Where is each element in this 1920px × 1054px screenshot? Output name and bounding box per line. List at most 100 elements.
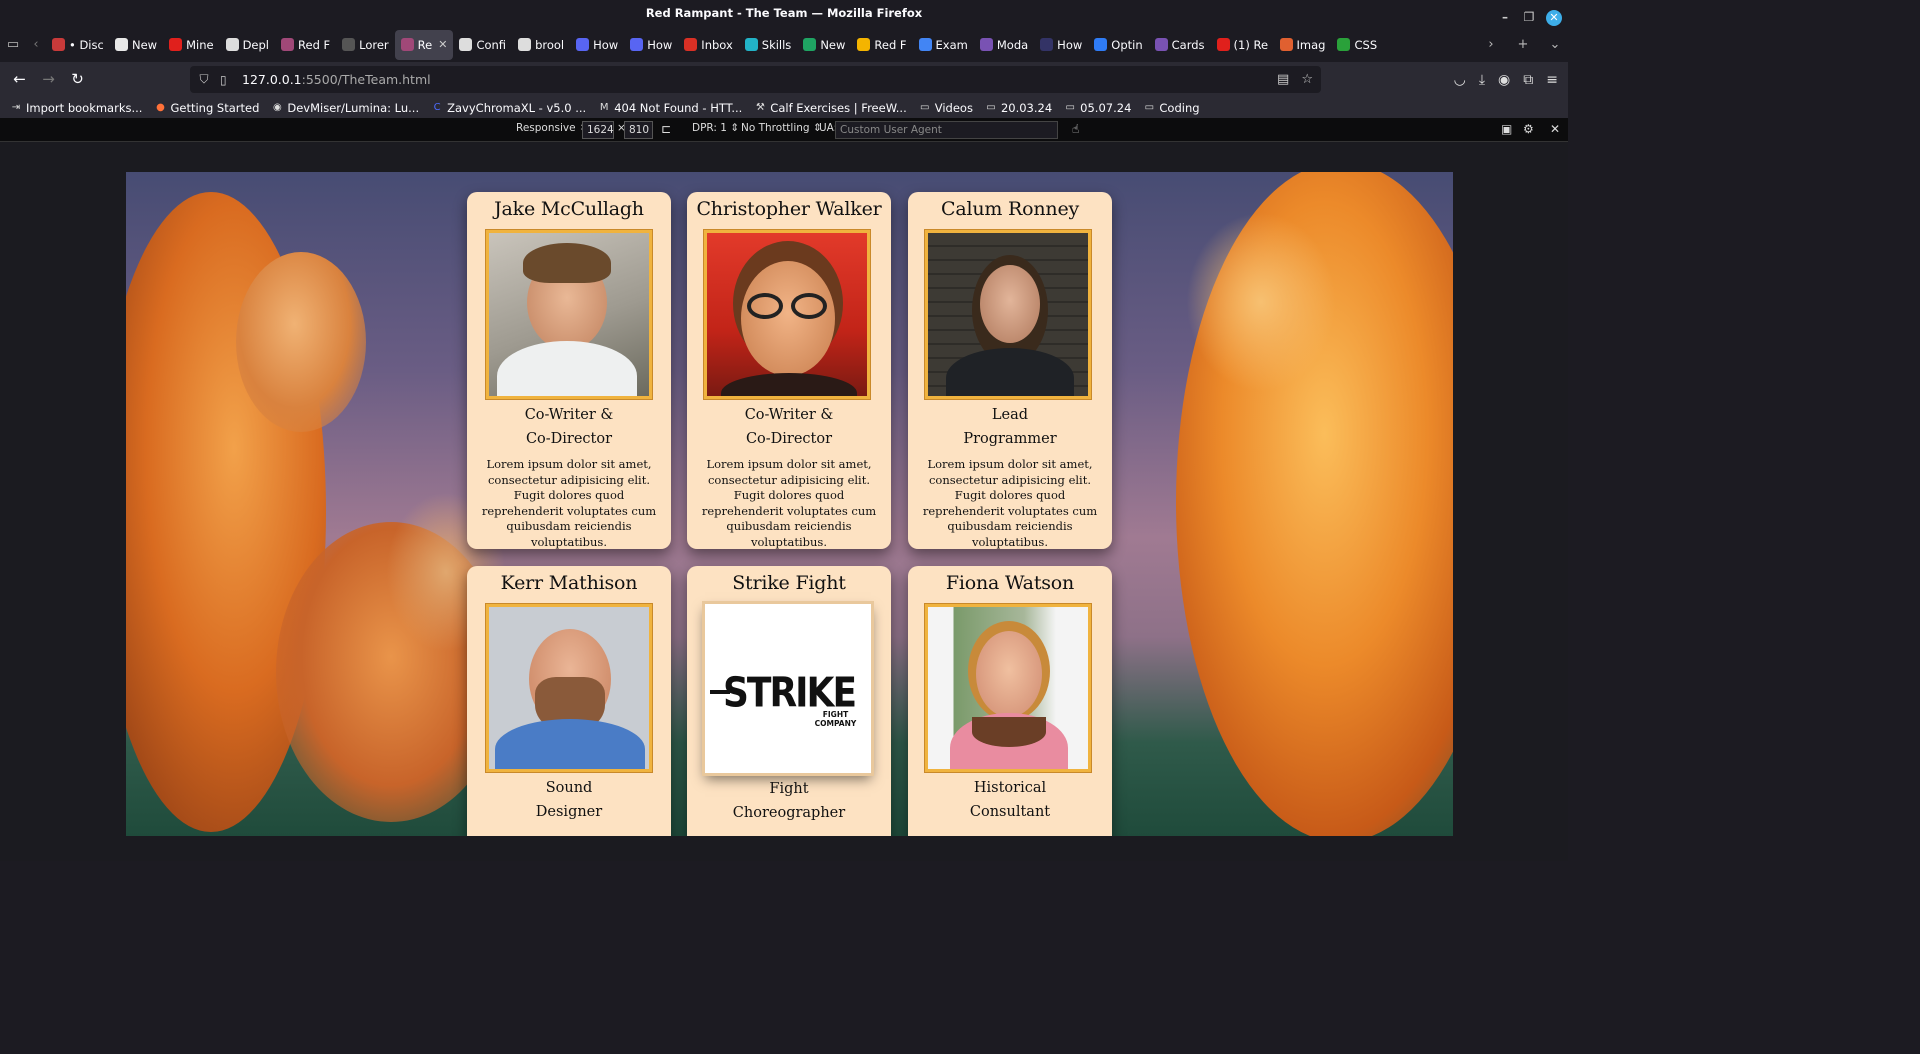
tab[interactable]: Inbox (678, 30, 738, 60)
tab[interactable]: How (624, 30, 678, 60)
import-icon: ⇥ (11, 101, 21, 113)
tab-favicon-icon (630, 38, 644, 51)
back-icon[interactable]: ← (5, 65, 34, 94)
device-selector[interactable]: Responsive ⇕ (516, 122, 588, 134)
role-line: Co-Director (745, 431, 833, 447)
tab[interactable]: Imag (1274, 30, 1332, 60)
tab-favicon-icon (281, 38, 295, 51)
close-window-icon[interactable]: ✕ (1546, 9, 1562, 26)
bookmark-item[interactable]: ▭ Videos (919, 101, 973, 115)
tab-label: CSS (1354, 37, 1378, 52)
tab[interactable]: Mine (163, 30, 219, 60)
reader-view-icon[interactable]: ▤ (1277, 72, 1289, 87)
bookmark-item[interactable]: ▭ 20.03.24 (985, 101, 1052, 115)
scroll-tabs-right-icon[interactable]: › (1478, 32, 1504, 58)
tab[interactable]: New (797, 30, 851, 60)
device-label: Responsive (516, 122, 576, 134)
url-bar[interactable]: ⛉ ▯ 127.0.0.1:5500/TheTeam.html ▤ ☆ (190, 66, 1321, 93)
tab[interactable]: Red F (851, 30, 912, 60)
tab-label: Red F (298, 37, 331, 52)
firefox-view-icon[interactable]: ▭ (0, 32, 26, 58)
bookmark-item[interactable]: ⇥ Import bookmarks... (10, 101, 143, 115)
menu-icon[interactable]: ≡ (1546, 72, 1558, 88)
toolbar-actions: ◡ ⤓ ◉ ⧉ ≡ (1454, 65, 1558, 94)
team-member-photo (486, 230, 652, 399)
tab-label: How (593, 37, 619, 52)
bookmark-item[interactable]: ● Getting Started (154, 101, 259, 115)
team-member-role: Fight Choreographer (687, 777, 891, 825)
team-member-role: Co-Writer & Co-Director (687, 403, 891, 451)
tab[interactable]: How (1034, 30, 1088, 60)
bookmark-label: DevMiser/Lumina: Lu... (287, 100, 420, 115)
tab[interactable]: (1) Re (1211, 30, 1274, 60)
tab[interactable]: Cards (1149, 30, 1211, 60)
tab-active[interactable]: Re ✕ (394, 29, 454, 60)
tab-favicon-icon (857, 38, 871, 51)
tab[interactable]: New (109, 30, 163, 60)
user-agent-input[interactable]: Custom User Agent (835, 121, 1058, 139)
new-tab-icon[interactable]: + (1510, 32, 1536, 58)
role-line: Co-Writer & (524, 407, 614, 423)
tab-favicon-icon (918, 38, 932, 51)
bookmark-item[interactable]: ⚒ Calf Exercises | FreeW... (754, 101, 907, 115)
bookmark-item[interactable]: ◉ DevMiser/Lumina: Lu... (271, 101, 419, 115)
list-all-tabs-icon[interactable]: ⌄ (1542, 32, 1568, 58)
tab[interactable]: brool (512, 30, 570, 60)
bookmark-item[interactable]: M 404 Not Found - HTT... (598, 101, 742, 115)
tab-label: Confi (476, 37, 507, 52)
tab[interactable]: Exam (913, 30, 974, 60)
bookmark-star-icon[interactable]: ☆ (1301, 72, 1313, 87)
background-lion-right-head (1186, 212, 1336, 392)
reload-icon[interactable]: ↻ (63, 65, 92, 94)
pocket-icon[interactable]: ◡ (1454, 72, 1466, 88)
close-tab-icon[interactable]: ✕ (438, 38, 447, 51)
tab[interactable]: Depl (220, 30, 275, 60)
page-viewport: Jake McCullagh Co-Writer & Co-Director L… (126, 172, 1453, 836)
bookmark-label: Videos (934, 100, 973, 115)
tab[interactable]: How (570, 30, 624, 60)
tab[interactable]: Confi (453, 30, 512, 60)
url-text[interactable]: 127.0.0.1:5500/TheTeam.html (242, 72, 431, 87)
tab[interactable]: CSS (1331, 30, 1383, 60)
tab[interactable]: Red F (275, 30, 336, 60)
tab-favicon-icon (115, 38, 128, 51)
tab-label: Moda (996, 37, 1029, 52)
screenshot-icon[interactable]: ▣ (1501, 122, 1512, 136)
role-line: Programmer (963, 431, 1057, 447)
viewport-width-input[interactable]: 1624 (582, 121, 614, 139)
tab[interactable]: Lorer (336, 30, 395, 60)
viewport-height-input[interactable]: 810 (624, 121, 653, 139)
forward-icon[interactable]: → (34, 65, 63, 94)
close-responsive-icon[interactable]: ✕ (1550, 122, 1560, 136)
bookmark-item[interactable]: ▭ 05.07.24 (1064, 101, 1131, 115)
account-icon[interactable]: ◉ (1498, 72, 1510, 88)
tab[interactable]: Moda (974, 30, 1034, 60)
team-member-role: Co-Writer & Co-Director (467, 403, 671, 451)
folder-icon: ▭ (986, 101, 996, 113)
team-member-role: Sound Designer (467, 776, 671, 824)
bookmark-item[interactable]: C ZavyChromaXL - v5.0 ... (431, 101, 587, 115)
rotate-icon[interactable]: ⊏ (661, 122, 671, 136)
team-member-name: Christopher Walker (696, 198, 882, 220)
tab-favicon-icon (459, 38, 473, 51)
throttling-selector[interactable]: No Throttling ⇕ (741, 122, 822, 134)
extensions-icon[interactable]: ⧉ (1523, 72, 1533, 88)
downloads-icon[interactable]: ⤓ (1479, 72, 1485, 88)
dpr-selector[interactable]: DPR: 1 ⇕ (692, 122, 739, 134)
role-line: Consultant (969, 804, 1051, 820)
bookmark-item[interactable]: ▭ Coding (1143, 101, 1200, 115)
tab-label: How (647, 37, 673, 52)
freeweights-icon: ⚒ (755, 101, 765, 113)
settings-gear-icon[interactable]: ⚙ (1523, 122, 1534, 136)
role-line: Designer (535, 804, 603, 820)
tab-label: Imag (1296, 37, 1326, 52)
tab[interactable]: • Disc (46, 30, 109, 60)
touch-simulation-icon[interactable]: ☝ (1072, 122, 1079, 136)
tab-favicon-icon (744, 38, 758, 51)
scroll-tabs-left-icon[interactable]: ‹ (26, 32, 46, 58)
page-info-icon[interactable]: ▯ (220, 73, 234, 87)
tab[interactable]: Skills (739, 30, 798, 60)
tab-label: Lorer (359, 37, 389, 52)
shield-icon[interactable]: ⛉ (196, 72, 212, 87)
tab[interactable]: Optin (1088, 30, 1148, 60)
